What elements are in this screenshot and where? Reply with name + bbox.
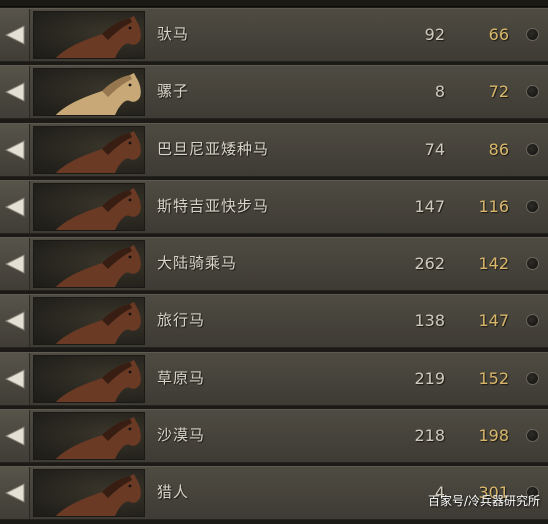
horse-row[interactable]: 大陆骑乘马 262 142 bbox=[0, 237, 548, 292]
horse-thumbnail bbox=[33, 68, 145, 117]
expand-button[interactable] bbox=[0, 123, 30, 176]
horse-row[interactable]: 沙漠马 218 198 bbox=[0, 409, 548, 464]
horse-thumbnail bbox=[33, 354, 145, 403]
horse-stat-2: 72 bbox=[488, 82, 509, 102]
horse-thumbnail bbox=[33, 240, 145, 289]
horse-row[interactable]: 草原马 219 152 bbox=[0, 351, 548, 406]
horse-head-image bbox=[55, 417, 141, 460]
left-triangle-icon bbox=[4, 82, 25, 103]
left-triangle-icon bbox=[4, 254, 25, 274]
horse-stat-2: 198 bbox=[478, 426, 509, 446]
expand-button[interactable] bbox=[0, 410, 30, 463]
horse-stat-2: 116 bbox=[478, 196, 509, 216]
left-triangle-icon bbox=[4, 368, 25, 389]
horse-stat-2: 152 bbox=[478, 368, 509, 388]
select-radio[interactable] bbox=[526, 85, 539, 99]
horse-name: 驮马 bbox=[157, 25, 190, 43]
horse-head-image bbox=[55, 16, 141, 58]
horse-row[interactable]: 驮马 92 66 bbox=[0, 8, 548, 62]
horse-row[interactable]: 巴旦尼亚矮种马 74 86 bbox=[0, 122, 548, 177]
select-radio[interactable] bbox=[526, 142, 539, 156]
select-radio[interactable] bbox=[526, 199, 539, 213]
horse-row[interactable]: 骡子 8 72 bbox=[0, 65, 548, 120]
expand-button[interactable] bbox=[0, 9, 30, 61]
expand-button[interactable] bbox=[0, 238, 30, 291]
horse-stat-1: 147 bbox=[414, 196, 445, 216]
select-radio[interactable] bbox=[526, 28, 539, 41]
horse-head-image bbox=[55, 130, 141, 173]
horse-thumbnail bbox=[33, 125, 145, 174]
horse-row[interactable]: 斯特吉亚快步马 147 116 bbox=[0, 179, 548, 234]
horse-list: 驮马 92 66 骡子 8 72 巴旦尼亚矮种马 74 86 斯特吉亚快步马 147 116 大陆骑乘马… bbox=[0, 8, 548, 524]
horse-stat-1: 74 bbox=[424, 139, 445, 159]
horse-head-image bbox=[55, 245, 141, 288]
expand-button[interactable] bbox=[0, 66, 30, 119]
horse-head-image bbox=[55, 474, 141, 517]
select-radio[interactable] bbox=[526, 371, 539, 385]
horse-head-image bbox=[55, 302, 141, 345]
horse-name: 巴旦尼亚矮种马 bbox=[157, 139, 270, 158]
horse-stat-2: 147 bbox=[478, 311, 509, 331]
horse-head-image bbox=[55, 187, 141, 230]
horse-name: 斯特吉亚快步马 bbox=[157, 196, 270, 215]
horse-stat-1: 219 bbox=[414, 368, 445, 388]
select-radio[interactable] bbox=[526, 314, 539, 328]
horse-row[interactable]: 旅行马 138 147 bbox=[0, 294, 548, 349]
horse-thumbnail bbox=[33, 182, 145, 231]
horse-thumbnail bbox=[33, 469, 145, 518]
horse-name: 骡子 bbox=[157, 82, 190, 101]
horse-name: 草原马 bbox=[157, 368, 206, 387]
horse-name: 大陆骑乘马 bbox=[157, 254, 238, 273]
expand-button[interactable] bbox=[0, 180, 30, 233]
horse-stat-1: 92 bbox=[424, 25, 445, 44]
expand-button[interactable] bbox=[0, 295, 30, 348]
horse-name: 猎人 bbox=[157, 483, 190, 502]
horse-stat-2: 142 bbox=[478, 254, 509, 274]
select-radio[interactable] bbox=[526, 257, 539, 271]
left-triangle-icon bbox=[4, 197, 25, 217]
top-bar bbox=[0, 0, 548, 7]
expand-button[interactable] bbox=[0, 352, 30, 405]
watermark: 百家号/冷兵器研究所 bbox=[427, 494, 540, 508]
horse-stat-1: 8 bbox=[434, 82, 445, 102]
left-triangle-icon bbox=[4, 139, 25, 160]
horse-name: 沙漠马 bbox=[157, 426, 206, 445]
horse-stat-1: 138 bbox=[414, 311, 445, 331]
horse-head-image bbox=[55, 359, 141, 402]
left-triangle-icon bbox=[4, 426, 25, 446]
horse-stat-2: 86 bbox=[488, 139, 509, 159]
horse-stat-1: 262 bbox=[414, 254, 445, 274]
left-triangle-icon bbox=[4, 311, 25, 332]
left-triangle-icon bbox=[4, 483, 25, 504]
left-triangle-icon bbox=[4, 25, 25, 45]
horse-thumbnail bbox=[33, 297, 145, 346]
horse-head-image bbox=[55, 73, 141, 116]
select-radio[interactable] bbox=[526, 429, 539, 443]
horse-stat-2: 66 bbox=[488, 25, 509, 44]
horse-thumbnail bbox=[33, 412, 145, 461]
horse-stat-1: 218 bbox=[414, 426, 445, 446]
expand-button[interactable] bbox=[0, 467, 30, 520]
horse-thumbnail bbox=[33, 11, 145, 59]
horse-name: 旅行马 bbox=[157, 311, 206, 330]
